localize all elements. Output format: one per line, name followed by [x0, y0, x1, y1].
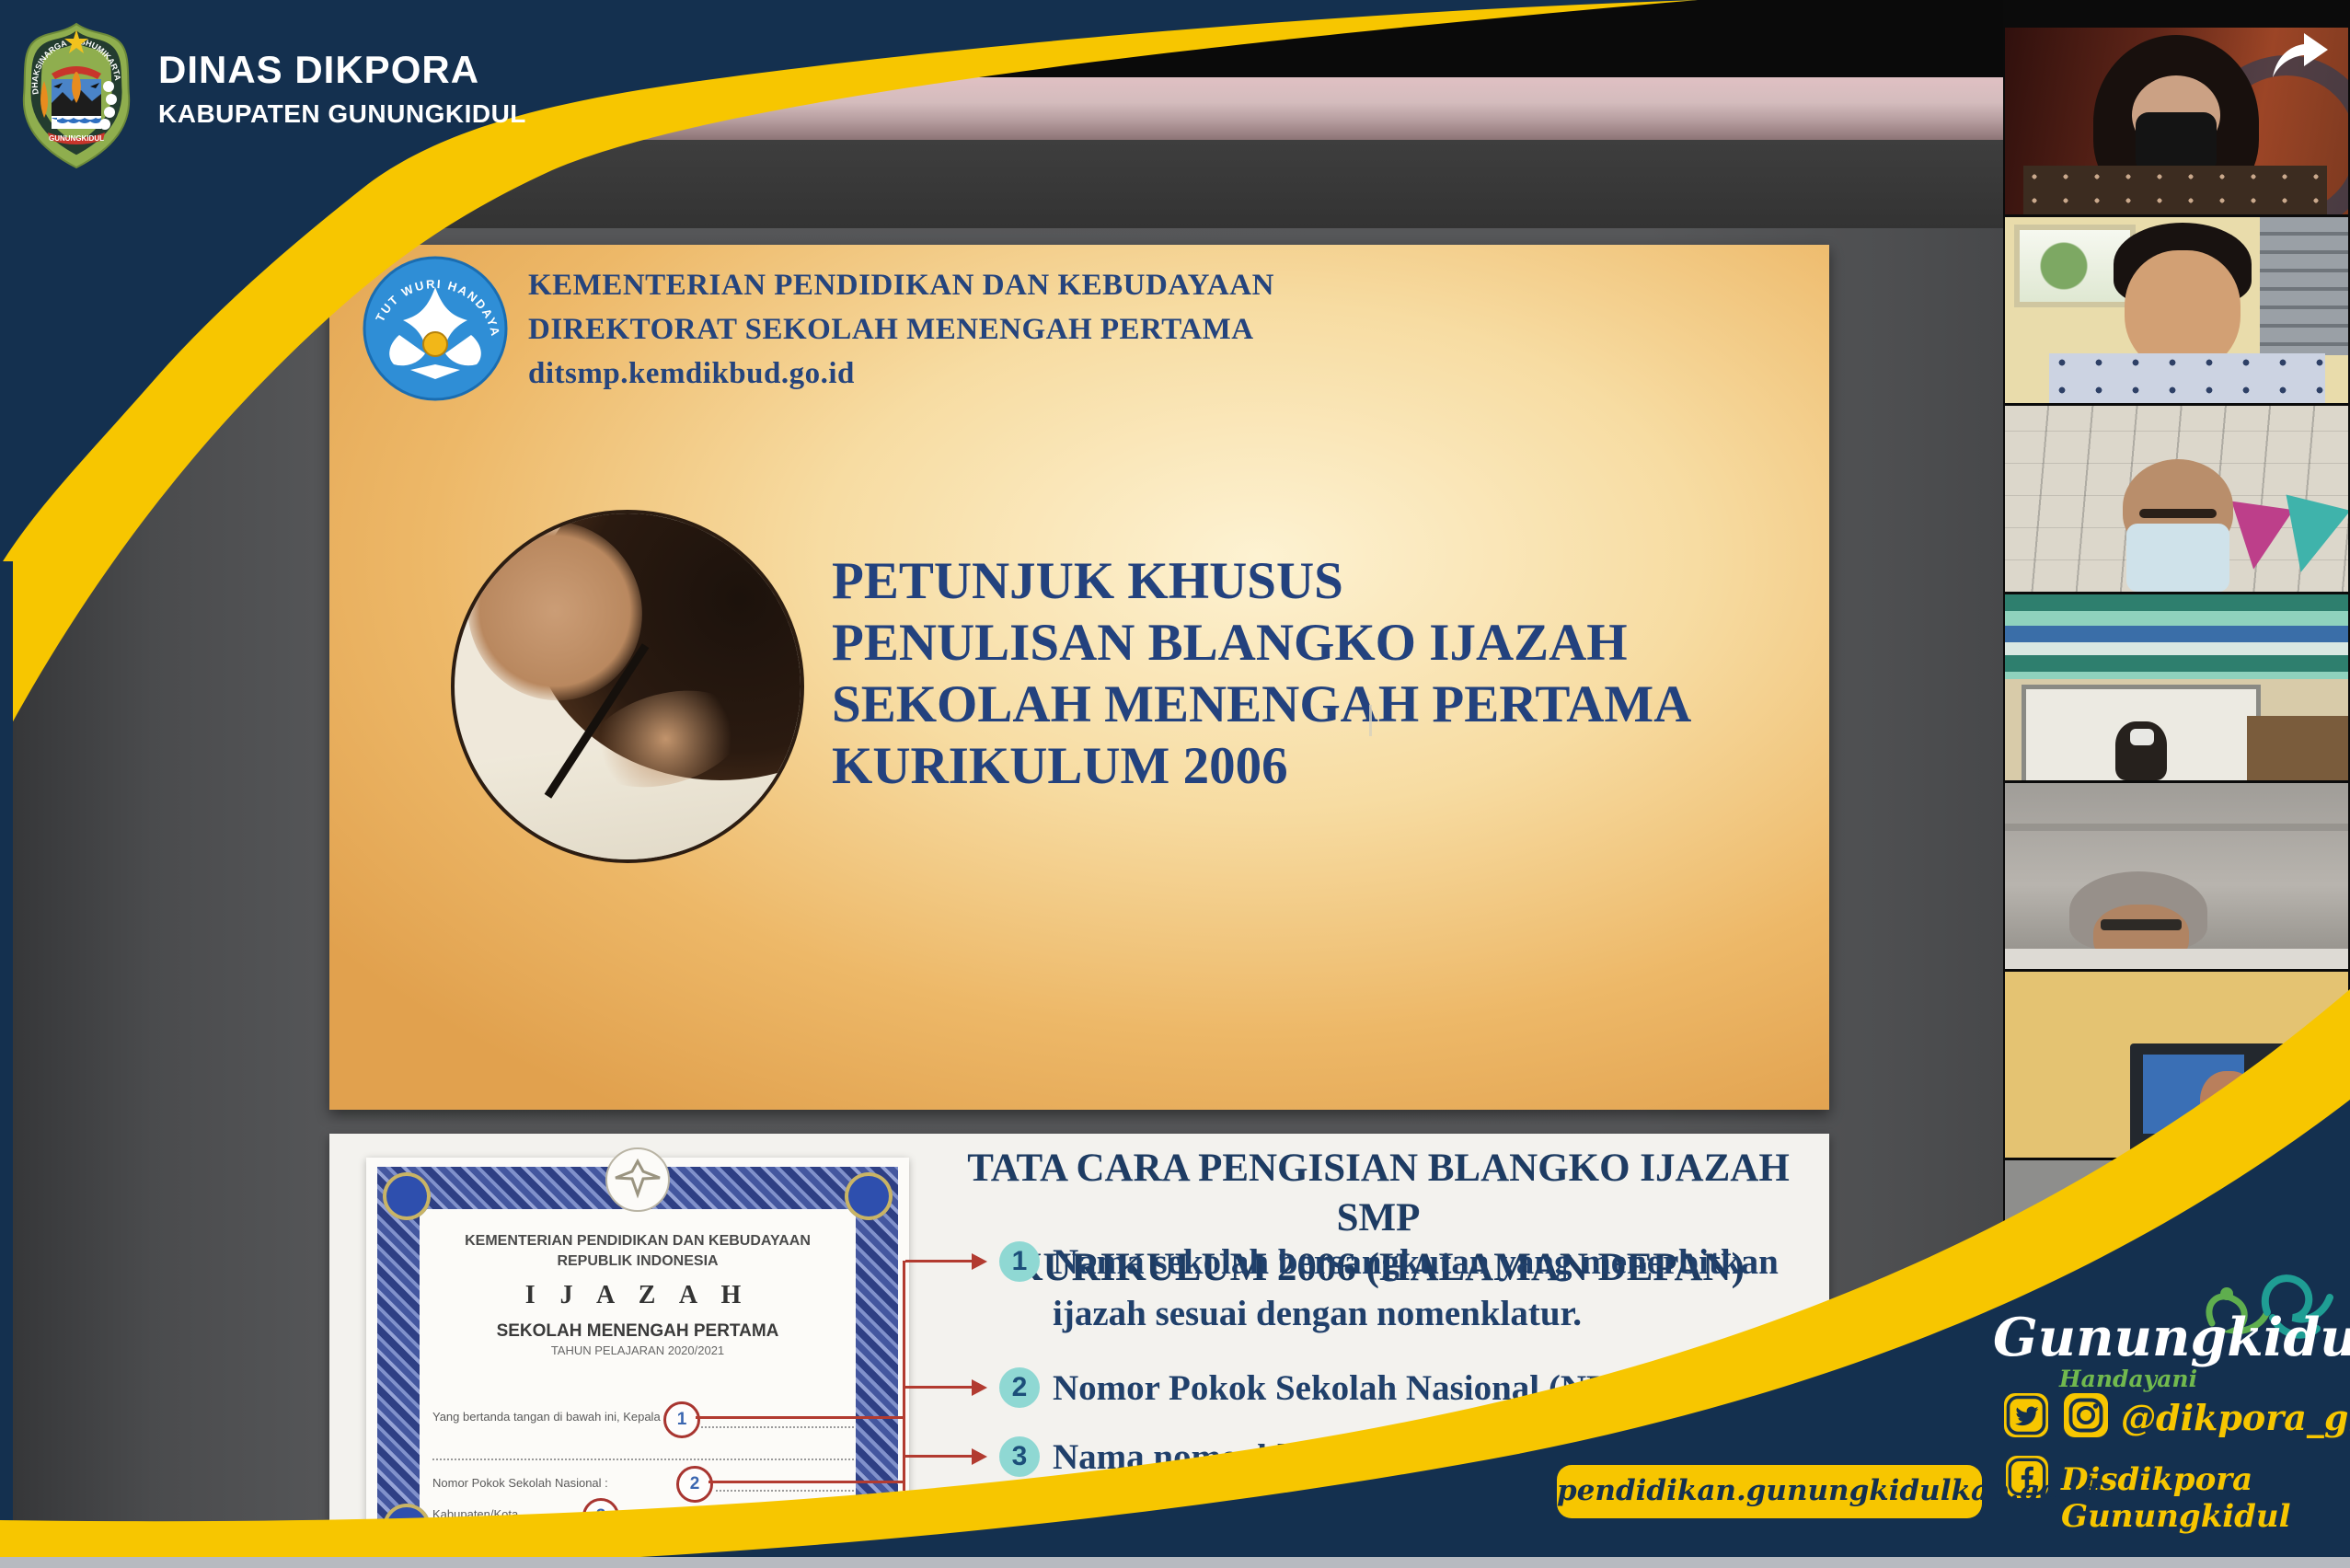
crest-ribbon-text: GUNUNGKIDUL [49, 134, 104, 143]
twitter-icon[interactable] [2004, 1393, 2048, 1437]
brand-handayani: Handayani [2059, 1366, 2197, 1392]
website-badge: pendidikan.gunungkidulkab.go.id [1557, 1465, 1982, 1518]
facebook-name: Disdikpora Gunungkidul [2061, 1461, 2350, 1535]
bottom-edge-strip [0, 1557, 2350, 1568]
instagram-icon[interactable] [2064, 1393, 2108, 1437]
screenshot-root: 12 / 55 − 100% + TUT WURI HANDAYANI KEME… [0, 0, 2350, 1568]
brand-gunungkidul: Gunungkidul [1993, 1307, 2350, 1368]
org-name-line2: KABUPATEN GUNUNGKIDUL [158, 99, 526, 129]
org-name-line1: DINAS DIKPORA [158, 48, 479, 92]
gunungkidul-crest: DHAKSINARGA BHUMIKARTA GUNUNGKIDUL [20, 22, 132, 169]
instagram-handle: @dikpora_gk [2121, 1397, 2350, 1438]
